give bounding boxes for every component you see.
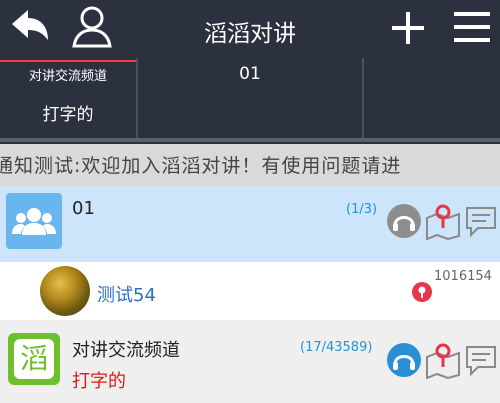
- group-avatar: [6, 193, 62, 249]
- menu-icon[interactable]: [452, 10, 492, 44]
- channel-member-count: (17/43589): [300, 340, 373, 355]
- logo-glyph: 滔: [14, 339, 54, 379]
- channel-tab-subtitle: 打字的: [42, 105, 94, 125]
- channel-logo: 滔: [8, 333, 60, 385]
- channel-status: 打字的: [72, 371, 126, 392]
- member-name: 测试54: [97, 285, 156, 306]
- strip-scrollbar[interactable]: [0, 138, 500, 142]
- channel-name: 对讲交流频道: [72, 340, 180, 361]
- location-pin-icon[interactable]: [411, 281, 433, 303]
- group-name: 01: [72, 198, 95, 219]
- headset-icon[interactable]: [386, 203, 422, 239]
- map-location-icon[interactable]: [424, 341, 462, 380]
- headset-icon[interactable]: [386, 342, 422, 378]
- map-location-icon[interactable]: [424, 202, 462, 241]
- member-id: 1016154: [434, 269, 492, 284]
- member-avatar: [40, 266, 90, 316]
- cell-divider: [136, 58, 138, 138]
- chat-icon[interactable]: [464, 204, 498, 238]
- channel-tab-group[interactable]: 01: [140, 64, 360, 84]
- group-member-count: (1/3): [346, 202, 378, 217]
- chat-icon[interactable]: [464, 343, 498, 377]
- notice-text: 通知测试:欢迎加入滔滔对讲！有使用问题请进: [0, 155, 402, 177]
- channel-tab-title[interactable]: 对讲交流频道: [0, 60, 136, 90]
- plus-icon[interactable]: [388, 8, 428, 48]
- notice-marquee: 通知测试:欢迎加入滔滔对讲！有使用问题请进: [0, 144, 500, 186]
- cell-divider: [362, 58, 364, 138]
